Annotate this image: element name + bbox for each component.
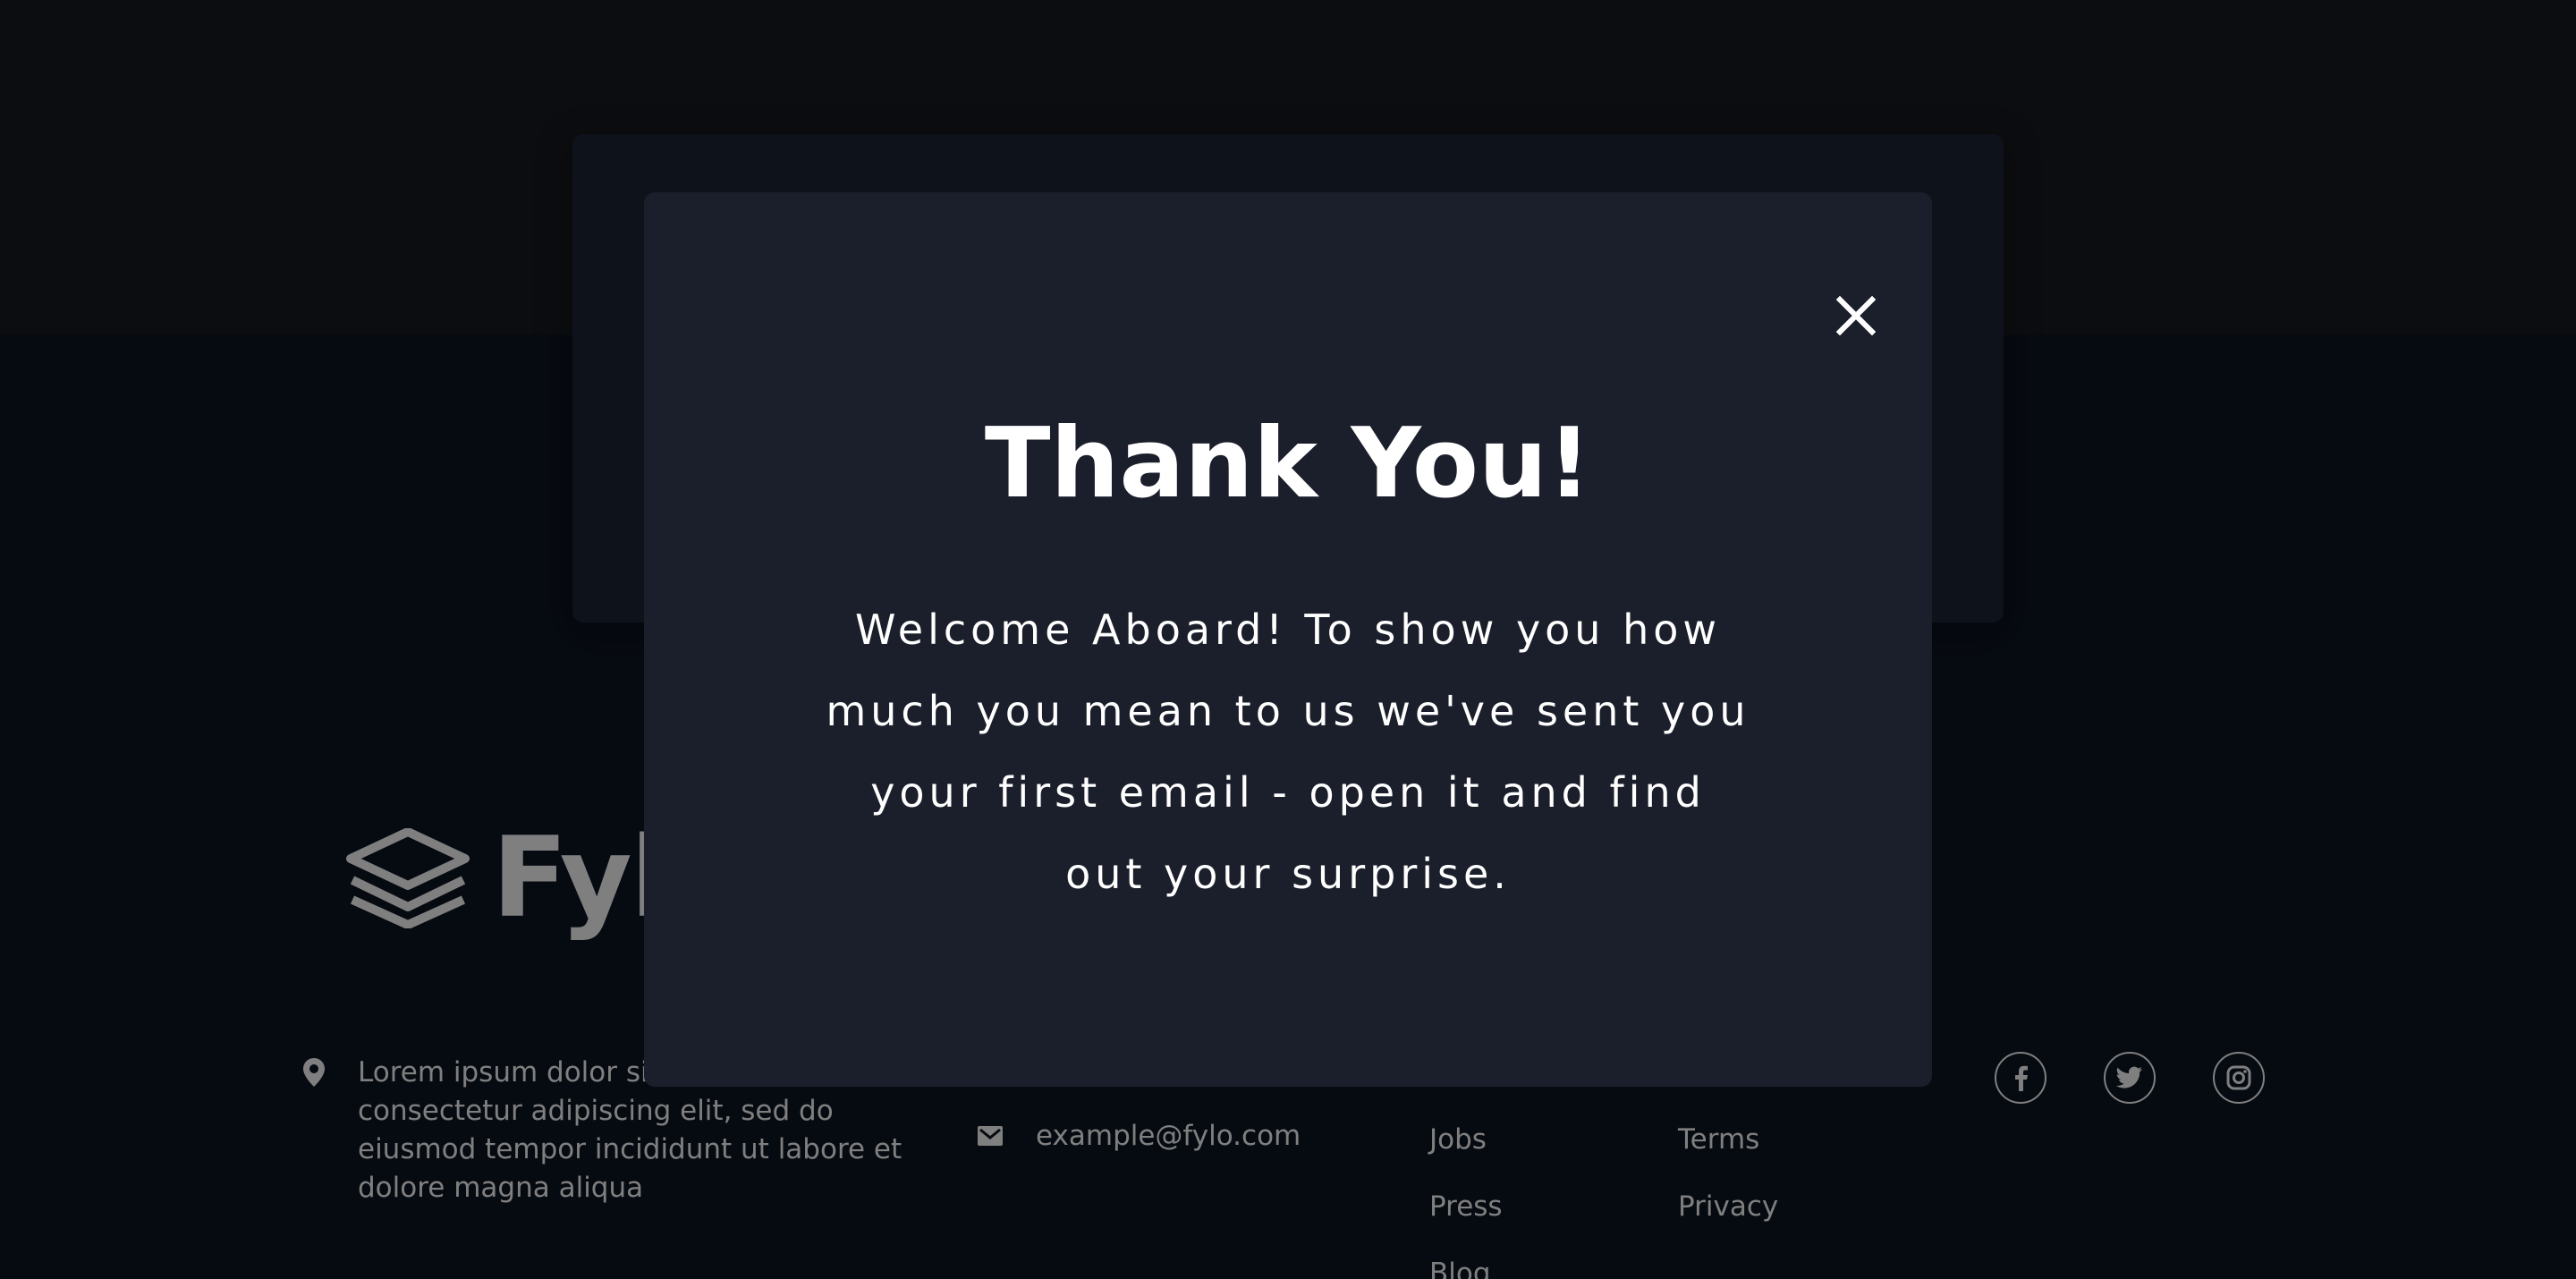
page: Fylo Lorem ipsum dolor sit amet, consect…: [0, 0, 2576, 1279]
modal-title: Thank You!: [984, 408, 1592, 520]
modal-message: Welcome Aboard! To show you how much you…: [826, 606, 1750, 898]
close-icon: [1836, 296, 1876, 335]
thank-you-modal: Thank You! Welcome Aboard! To show you h…: [644, 192, 1932, 1087]
close-button[interactable]: [1829, 289, 1883, 343]
